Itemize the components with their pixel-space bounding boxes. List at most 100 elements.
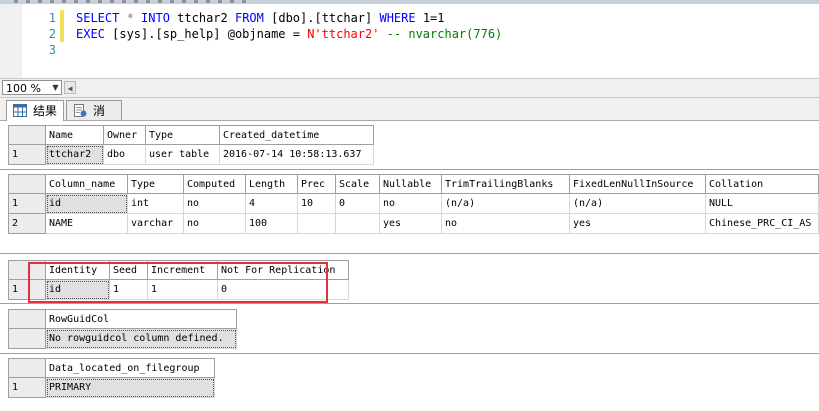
results-pane[interactable]: Name Owner Type Created_datetime 1 ttcha… xyxy=(0,121,819,411)
column-header[interactable]: Type xyxy=(146,125,220,145)
grid-cell[interactable]: NULL xyxy=(706,194,819,214)
row-number[interactable]: 1 xyxy=(8,194,46,214)
zoom-value: 100 % xyxy=(6,82,41,95)
line-number: 3 xyxy=(48,43,56,57)
grid-cell[interactable]: 100 xyxy=(246,214,298,234)
table-row[interactable]: 1 id int no 4 10 0 no (n/a) (n/a) NULL xyxy=(8,194,819,214)
grid-cell[interactable]: 10 xyxy=(298,194,336,214)
table-row[interactable]: No rowguidcol column defined. xyxy=(8,329,237,349)
zoom-select[interactable]: 100 % ▼ xyxy=(2,80,62,95)
grid-cell[interactable]: user table xyxy=(146,145,220,165)
change-marker xyxy=(60,10,64,42)
result-grid-1[interactable]: Name Owner Type Created_datetime 1 ttcha… xyxy=(8,125,374,166)
grid-corner xyxy=(8,174,46,194)
comment: -- nvarchar(776) xyxy=(379,27,503,41)
table-row[interactable]: 1 PRIMARY xyxy=(8,378,215,398)
code-token: [sys].[sp_help] @objname = xyxy=(104,27,308,41)
query-editor[interactable]: 1 2 3 SELECT * INTO ttchar2 FROM [dbo].[… xyxy=(0,4,819,78)
column-header[interactable]: Name xyxy=(46,125,104,145)
keyword: EXEC xyxy=(76,27,105,41)
column-header[interactable]: Owner xyxy=(104,125,146,145)
grid-cell[interactable]: 2016-07-14 10:58:13.637 xyxy=(220,145,374,165)
grid-corner xyxy=(8,125,46,145)
grid-cell[interactable]: (n/a) xyxy=(570,194,706,214)
grid-cell[interactable]: ttchar2 xyxy=(46,145,104,165)
column-header[interactable]: RowGuidCol xyxy=(46,309,237,329)
grid-cell[interactable]: id xyxy=(46,194,128,214)
grid-cell[interactable] xyxy=(336,214,380,234)
column-header[interactable]: Computed xyxy=(184,174,246,194)
table-row[interactable]: 1 ttchar2 dbo user table 2016-07-14 10:5… xyxy=(8,145,374,165)
zoom-bar: 100 % ▼ ◀ xyxy=(0,78,819,98)
grid-cell[interactable]: no xyxy=(184,214,246,234)
code-token: 1=1 xyxy=(415,11,445,25)
tab-messages[interactable]: 消息 xyxy=(66,100,122,138)
message-icon xyxy=(74,104,87,117)
grid-cell[interactable]: no xyxy=(442,214,570,234)
grid-splitter[interactable] xyxy=(0,253,819,254)
column-header[interactable]: Column_name xyxy=(46,174,128,194)
code-token: * xyxy=(119,11,142,25)
grid-corner xyxy=(8,358,46,378)
grid-splitter[interactable] xyxy=(0,353,819,354)
scroll-left-arrow-icon[interactable]: ◀ xyxy=(64,81,76,94)
code-line-1[interactable]: SELECT * INTO ttchar2 FROM [dbo].[ttchar… xyxy=(76,10,502,26)
grid-cell[interactable] xyxy=(298,214,336,234)
grid-cell[interactable]: dbo xyxy=(104,145,146,165)
grid-header-row: RowGuidCol xyxy=(8,309,237,329)
code-token: ttchar2 xyxy=(169,11,235,25)
column-header[interactable]: FixedLenNullInSource xyxy=(570,174,706,194)
column-header[interactable]: Data_located_on_filegroup xyxy=(46,358,215,378)
grid-cell[interactable]: Chinese_PRC_CI_AS xyxy=(706,214,819,234)
code-token: [dbo].[ttchar] xyxy=(263,11,380,25)
grid-cell[interactable]: yes xyxy=(570,214,706,234)
grid-cell[interactable]: (n/a) xyxy=(442,194,570,214)
column-header[interactable]: Nullable xyxy=(380,174,442,194)
grid-splitter[interactable] xyxy=(0,169,819,170)
grid-icon xyxy=(13,104,27,117)
line-number: 2 xyxy=(48,27,56,41)
line-numbers: 1 2 3 xyxy=(22,10,56,58)
keyword: FROM xyxy=(234,11,264,25)
code-line-2[interactable]: EXEC [sys].[sp_help] @objname = N'ttchar… xyxy=(76,26,502,42)
result-grid-2[interactable]: Column_name Type Computed Length Prec Sc… xyxy=(8,174,819,235)
row-number[interactable] xyxy=(8,329,46,349)
grid-cell[interactable]: no xyxy=(184,194,246,214)
line-number: 1 xyxy=(48,11,56,25)
tab-results[interactable]: 结果 xyxy=(6,100,64,121)
editor-gutter xyxy=(0,4,22,78)
highlight-annotation xyxy=(28,262,328,303)
grid-cell[interactable]: NAME xyxy=(46,214,128,234)
grid-cell[interactable]: varchar xyxy=(128,214,184,234)
column-header[interactable]: Prec xyxy=(298,174,336,194)
grid-splitter[interactable] xyxy=(0,303,819,304)
column-header[interactable]: Collation xyxy=(706,174,819,194)
tab-label: 结果 xyxy=(33,104,58,118)
code-text[interactable]: SELECT * INTO ttchar2 FROM [dbo].[ttchar… xyxy=(76,10,502,58)
row-number[interactable]: 1 xyxy=(8,378,46,398)
results-tabs: 结果 消息 xyxy=(0,98,819,138)
chevron-down-icon[interactable]: ▼ xyxy=(50,81,61,94)
column-header[interactable]: TrimTrailingBlanks xyxy=(442,174,570,194)
grid-cell[interactable]: No rowguidcol column defined. xyxy=(46,329,237,349)
table-row[interactable]: 2 NAME varchar no 100 yes no yes Chinese… xyxy=(8,214,819,234)
column-header[interactable]: Scale xyxy=(336,174,380,194)
grid-cell[interactable]: 4 xyxy=(246,194,298,214)
grid-cell[interactable]: yes xyxy=(380,214,442,234)
grid-corner xyxy=(8,309,46,329)
grid-cell[interactable]: no xyxy=(380,194,442,214)
result-grid-4[interactable]: RowGuidCol No rowguidcol column defined. xyxy=(8,309,237,350)
row-number[interactable]: 1 xyxy=(8,145,46,165)
result-grid-5[interactable]: Data_located_on_filegroup 1 PRIMARY xyxy=(8,358,215,399)
code-line-3[interactable] xyxy=(76,42,502,58)
column-header[interactable]: Length xyxy=(246,174,298,194)
row-number[interactable]: 2 xyxy=(8,214,46,234)
grid-header-row: Data_located_on_filegroup xyxy=(8,358,215,378)
grid-cell[interactable]: PRIMARY xyxy=(46,378,215,398)
grid-header-row: Column_name Type Computed Length Prec Sc… xyxy=(8,174,819,194)
grid-cell[interactable]: int xyxy=(128,194,184,214)
grid-cell[interactable]: 0 xyxy=(336,194,380,214)
column-header[interactable]: Type xyxy=(128,174,184,194)
grid-header-row: Name Owner Type Created_datetime xyxy=(8,125,374,145)
column-header[interactable]: Created_datetime xyxy=(220,125,374,145)
